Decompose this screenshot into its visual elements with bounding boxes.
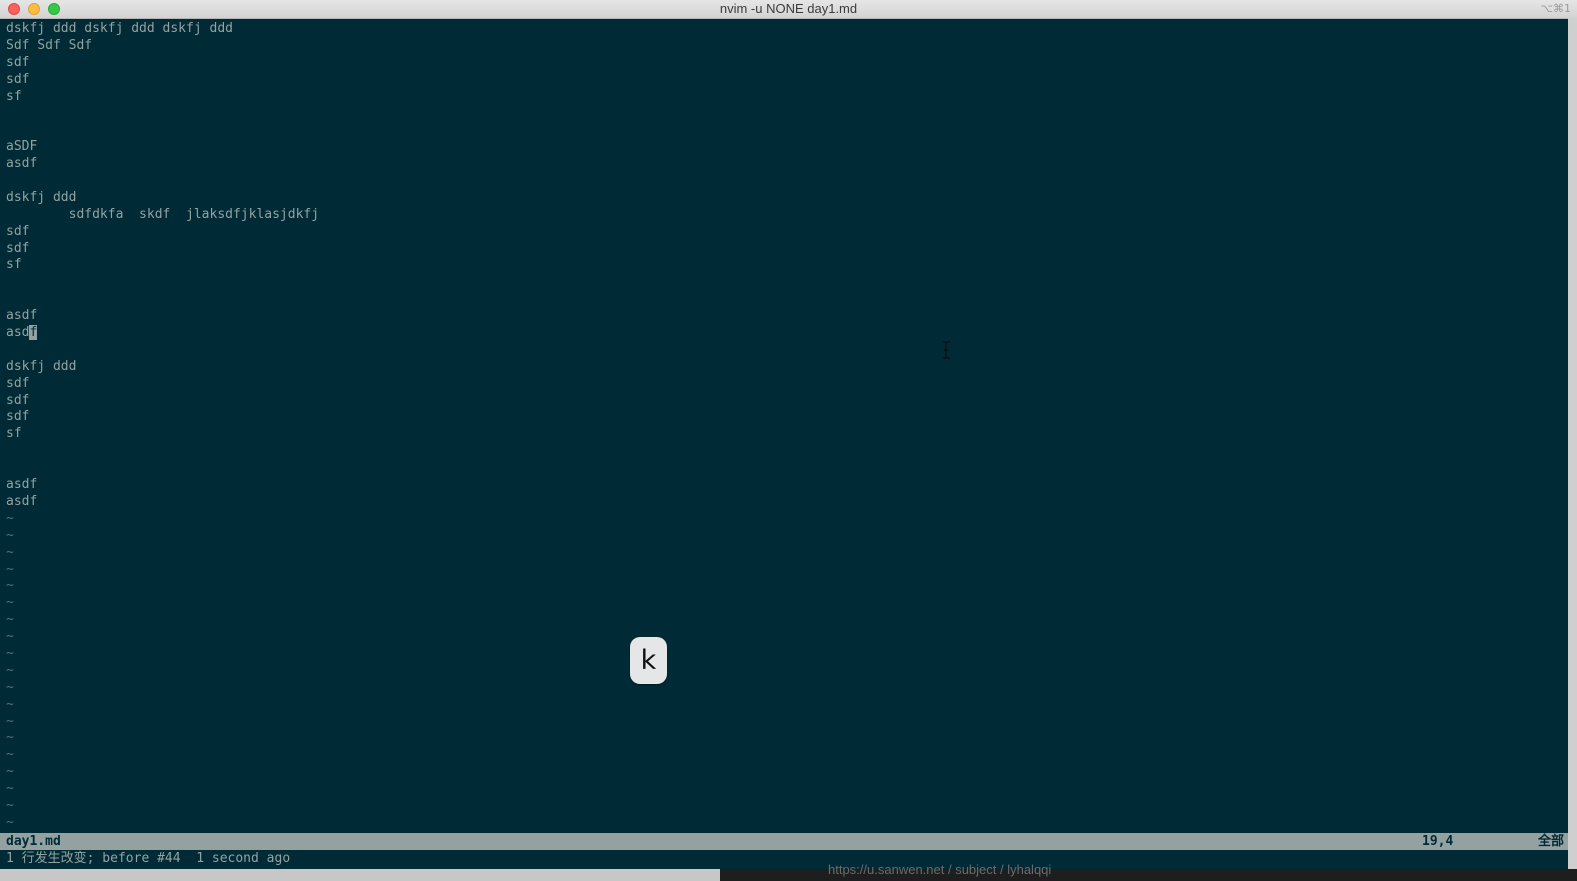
buffer-line[interactable]: sf	[6, 257, 1566, 274]
buffer-line[interactable]: sf	[6, 89, 1566, 106]
empty-buffer-marker[interactable]: ~	[6, 798, 1566, 815]
ibeam-cursor-icon	[942, 341, 950, 359]
buffer-line[interactable]	[6, 291, 1566, 308]
buffer-line[interactable]: dskfj ddd	[6, 190, 1566, 207]
buffer-line[interactable]: sdf	[6, 376, 1566, 393]
empty-buffer-marker[interactable]: ~	[6, 663, 1566, 680]
window-edge	[1568, 18, 1577, 869]
cursor-line-text: asd	[6, 325, 30, 341]
empty-buffer-marker[interactable]: ~	[6, 545, 1566, 562]
buffer-line[interactable]: sdf	[6, 409, 1566, 426]
buffer-line[interactable]: sdf	[6, 72, 1566, 89]
buffer-line[interactable]: sdf	[6, 393, 1566, 410]
buffer-line[interactable]: sdfdkfa skdf jlaksdfjklasjdkfj	[6, 207, 1566, 224]
command-line[interactable]: 1 行发生改变; before #44 1 second ago	[6, 850, 290, 867]
buffer-line[interactable]	[6, 105, 1566, 122]
buffer-line-current[interactable]: asdf	[6, 325, 1566, 342]
buffer-line[interactable]: sdf	[6, 55, 1566, 72]
empty-buffer-marker[interactable]: ~	[6, 730, 1566, 747]
buffer-line[interactable]: aSDF	[6, 139, 1566, 156]
bottom-url-text: https://u.sanwen.net / subject / lyhalqq…	[828, 862, 1052, 877]
empty-buffer-marker[interactable]: ~	[6, 629, 1566, 646]
status-cursor-position: 19,4	[1422, 834, 1454, 849]
buffer-line[interactable]: asdf	[6, 156, 1566, 173]
buffer-line[interactable]	[6, 460, 1566, 477]
empty-buffer-marker[interactable]: ~	[6, 747, 1566, 764]
buffer-line[interactable]	[6, 443, 1566, 460]
buffer-line[interactable]: dskfj ddd	[6, 359, 1566, 376]
keystroke-overlay: k	[630, 637, 667, 684]
editor-buffer[interactable]: dskfj ddd dskfj ddd dskfj ddd Sdf Sdf Sdf…	[6, 21, 1566, 832]
status-scroll-indicator: 全部	[1537, 834, 1564, 849]
empty-buffer-marker[interactable]: ~	[6, 781, 1566, 798]
buffer-line[interactable]: asdf	[6, 494, 1566, 511]
buffer-line[interactable]	[6, 342, 1566, 359]
buffer-line[interactable]	[6, 173, 1566, 190]
empty-buffer-marker[interactable]: ~	[6, 511, 1566, 528]
buffer-line[interactable]: asdf	[6, 477, 1566, 494]
buffer-line[interactable]	[6, 122, 1566, 139]
empty-buffer-marker[interactable]: ~	[6, 714, 1566, 731]
empty-buffer-marker[interactable]: ~	[6, 528, 1566, 545]
empty-buffer-marker[interactable]: ~	[6, 646, 1566, 663]
buffer-line[interactable]: sdf	[6, 224, 1566, 241]
empty-buffer-marker[interactable]: ~	[6, 764, 1566, 781]
status-filename: day1.md	[6, 834, 61, 849]
text-cursor: f	[29, 325, 38, 341]
title-bar[interactable]: nvim -u NONE day1.md ⌥⌘1	[0, 0, 1577, 19]
window-shortcut: ⌥⌘1	[1540, 2, 1571, 15]
empty-buffer-marker[interactable]: ~	[6, 595, 1566, 612]
buffer-line[interactable]	[6, 274, 1566, 291]
window-title: nvim -u NONE day1.md	[719, 1, 858, 16]
status-line: day1.md 19,4 全部	[0, 833, 1568, 850]
buffer-line[interactable]: sdf	[6, 241, 1566, 258]
empty-buffer-marker[interactable]: ~	[6, 697, 1566, 714]
empty-buffer-marker[interactable]: ~	[6, 562, 1566, 579]
buffer-line[interactable]: sf	[6, 426, 1566, 443]
empty-buffer-marker[interactable]: ~	[6, 578, 1566, 595]
empty-buffer-marker[interactable]: ~	[6, 815, 1566, 832]
buffer-line[interactable]: dskfj ddd dskfj ddd dskfj ddd	[6, 21, 1566, 38]
empty-buffer-marker[interactable]: ~	[6, 680, 1566, 697]
buffer-line[interactable]: asdf	[6, 308, 1566, 325]
empty-buffer-marker[interactable]: ~	[6, 612, 1566, 629]
terminal-window: nvim -u NONE day1.md ⌥⌘1 dskfj ddd dskfj…	[0, 0, 1577, 881]
buffer-line[interactable]: Sdf Sdf Sdf	[6, 38, 1566, 55]
